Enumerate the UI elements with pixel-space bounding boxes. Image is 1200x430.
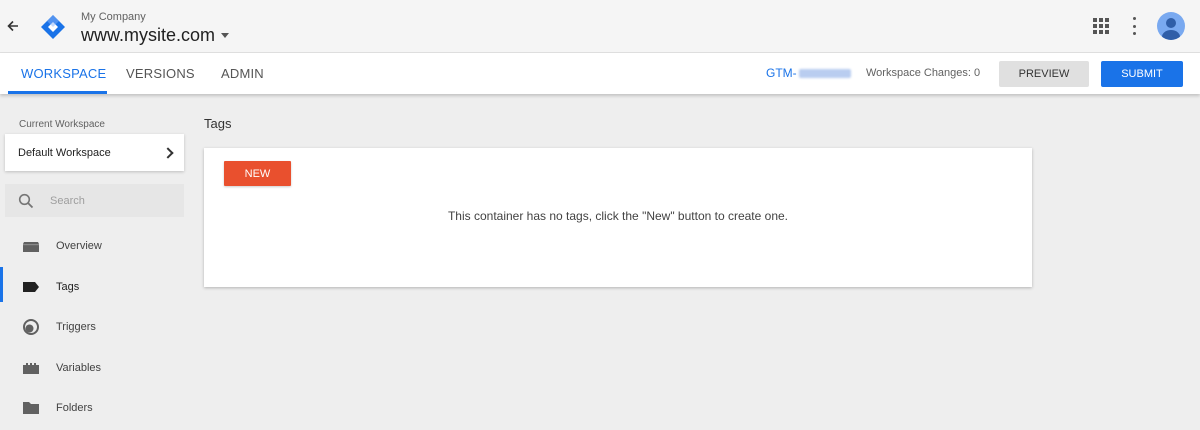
sidebar-item-label: Folders [56, 402, 93, 414]
sidebar-item-tags[interactable]: Tags [0, 267, 190, 307]
caret-down-icon [221, 33, 230, 38]
sidebar-item-variables[interactable]: Variables [0, 348, 190, 388]
account-name: My Company [81, 11, 146, 23]
apps-grid-icon[interactable] [1093, 18, 1109, 34]
overview-icon [22, 237, 40, 255]
preview-button[interactable]: PREVIEW [999, 61, 1089, 87]
sidebar-item-label: Triggers [56, 321, 96, 333]
tab-admin[interactable]: ADMIN [221, 53, 264, 94]
sidebar-item-overview[interactable]: Overview [0, 226, 190, 266]
search-input[interactable] [50, 194, 170, 207]
new-tag-button[interactable]: NEW [224, 161, 291, 186]
page-title: Tags [204, 116, 232, 131]
more-vert-icon[interactable] [1131, 17, 1137, 35]
active-tab-indicator [8, 91, 107, 94]
container-id-prefix: GTM- [766, 66, 797, 80]
workspace-changes: Workspace Changes: 0 [866, 67, 981, 79]
redacted-container-id [798, 69, 851, 79]
trigger-icon [22, 318, 40, 336]
sidebar-item-folders[interactable]: Folders [0, 388, 190, 428]
back-arrow-icon[interactable] [4, 17, 22, 35]
gtm-logo-icon [40, 14, 66, 40]
sidebar-item-label: Variables [56, 362, 102, 374]
tag-icon [22, 278, 40, 296]
empty-state-message: This container has no tags, click the "N… [447, 209, 789, 223]
avatar[interactable] [1157, 12, 1185, 40]
current-workspace-label: Current Workspace [19, 119, 105, 130]
tab-workspace[interactable]: WORKSPACE [21, 53, 106, 94]
tab-versions[interactable]: VERSIONS [126, 53, 195, 94]
container-id-link[interactable]: GTM- [766, 66, 851, 80]
variables-icon [22, 359, 40, 377]
sidebar-item-label: Overview [56, 240, 102, 252]
sidebar-search [5, 184, 184, 217]
container-selector[interactable]: www.mysite.com [81, 25, 230, 46]
tags-card: NEW This container has no tags, click th… [204, 148, 1032, 287]
top-app-bar: My Company www.mysite.com [0, 0, 1200, 53]
chevron-right-icon [162, 146, 174, 159]
folder-icon [22, 399, 40, 417]
tab-bar: WORKSPACE VERSIONS ADMIN GTM- Workspace … [0, 53, 1200, 94]
workspace-selector[interactable]: Default Workspace [5, 134, 184, 171]
sidebar-item-triggers[interactable]: Triggers [0, 307, 190, 347]
sidebar-item-label: Tags [56, 281, 80, 293]
workspace-name: Default Workspace [18, 146, 111, 159]
person-icon [1162, 18, 1180, 40]
submit-button[interactable]: SUBMIT [1101, 61, 1183, 87]
container-name: www.mysite.com [81, 25, 216, 45]
search-icon [18, 193, 34, 208]
